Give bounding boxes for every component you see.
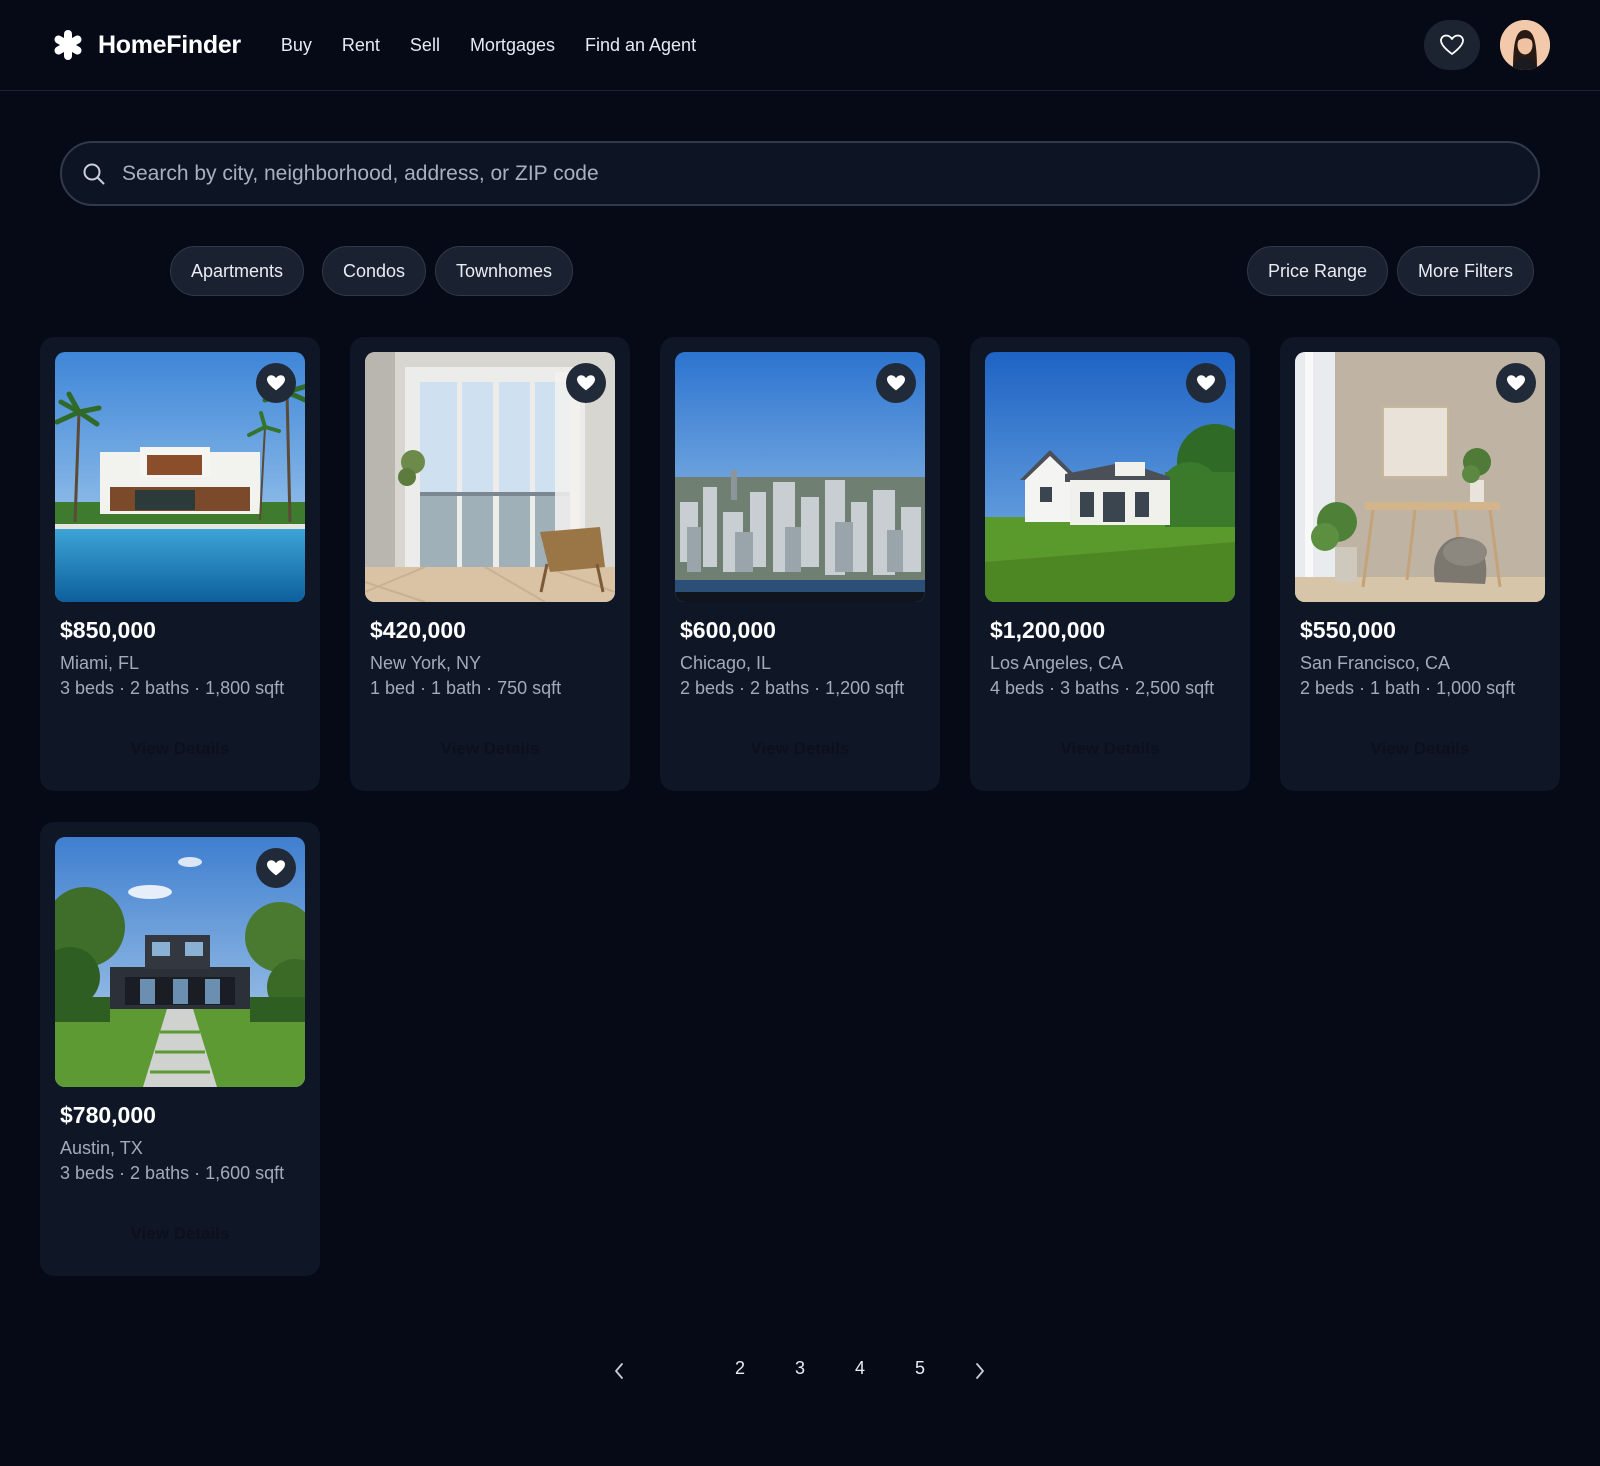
filter-townhomes[interactable]: Townhomes: [435, 246, 574, 296]
filter-apartments[interactable]: Apartments: [170, 246, 305, 296]
view-details-button[interactable]: View Details: [40, 739, 320, 759]
favorites-button[interactable]: [1424, 20, 1480, 70]
listing-specs: 2 beds · 1 bath · 1,000 sqft: [1300, 678, 1516, 698]
save-listing-button[interactable]: [256, 363, 296, 403]
view-details-button[interactable]: View Details: [1280, 739, 1560, 759]
chevron-right-icon[interactable]: [973, 1361, 987, 1381]
listing-card[interactable]: $420,000 New York, NY 1 bed · 1 bath · 7…: [350, 337, 630, 791]
listing-price: $850,000: [60, 617, 156, 643]
save-listing-button[interactable]: [1186, 363, 1226, 403]
listing-specs: 2 beds · 2 baths · 1,200 sqft: [680, 678, 905, 698]
heart-filled-icon: [887, 375, 905, 391]
save-listing-button[interactable]: [876, 363, 916, 403]
view-details-button[interactable]: View Details: [350, 739, 630, 759]
listing-specs: 3 beds · 2 baths · 1,800 sqft: [60, 678, 285, 698]
heart-filled-icon: [577, 375, 595, 391]
save-listing-button[interactable]: [566, 363, 606, 403]
asterisk-logo-icon: [54, 30, 82, 60]
top-header: HomeFinder Buy Rent Sell Mortgages Find …: [0, 0, 1600, 91]
page-5-button[interactable]: 5: [905, 1358, 935, 1379]
user-avatar[interactable]: [1500, 20, 1550, 70]
nav-mortgages[interactable]: Mortgages: [470, 35, 555, 56]
heart-filled-icon: [267, 860, 285, 876]
listing-location: New York, NY: [370, 653, 482, 673]
listing-location: Austin, TX: [60, 1138, 143, 1158]
listing-price: $780,000: [60, 1102, 156, 1128]
save-listing-button[interactable]: [256, 848, 296, 888]
page-4-button[interactable]: 4: [845, 1358, 875, 1379]
filter-condos[interactable]: Condos: [322, 246, 427, 296]
listing-price: $420,000: [370, 617, 466, 643]
listing-location: Chicago, IL: [680, 653, 772, 673]
listing-price: $550,000: [1300, 617, 1396, 643]
listing-price: $600,000: [680, 617, 776, 643]
listing-location: Los Angeles, CA: [990, 653, 1124, 673]
heart-outline-icon: [1440, 34, 1464, 55]
page-3-button[interactable]: 3: [785, 1358, 815, 1379]
listing-card[interactable]: $1,200,000 Los Angeles, CA 4 beds · 3 ba…: [970, 337, 1250, 791]
listing-card[interactable]: $850,000 Miami, FL 3 beds · 2 baths · 1,…: [40, 337, 320, 791]
view-details-button[interactable]: View Details: [970, 739, 1250, 759]
listing-card[interactable]: $600,000 Chicago, IL 2 beds · 2 baths · …: [660, 337, 940, 791]
search-icon: [83, 163, 105, 184]
search-bar[interactable]: [60, 141, 1540, 206]
nav-find-agent[interactable]: Find an Agent: [585, 35, 696, 56]
pagination: 2 3 4 5: [0, 1358, 1600, 1388]
listing-price: $1,200,000: [990, 617, 1106, 643]
header-actions: [1424, 20, 1550, 70]
chevron-left-icon[interactable]: [612, 1361, 626, 1381]
nav-buy[interactable]: Buy: [281, 35, 312, 56]
more-filters-button[interactable]: More Filters: [1397, 246, 1535, 296]
view-details-button[interactable]: View Details: [40, 1224, 320, 1244]
listing-specs: 4 beds · 3 baths · 2,500 sqft: [990, 678, 1215, 698]
listing-location: Miami, FL: [60, 653, 140, 673]
main-nav: Buy Rent Sell Mortgages Find an Agent: [281, 35, 696, 56]
nav-sell[interactable]: Sell: [410, 35, 440, 56]
heart-filled-icon: [1197, 375, 1215, 391]
save-listing-button[interactable]: [1496, 363, 1536, 403]
search-input[interactable]: [122, 161, 1538, 186]
avatar-portrait-icon: [1500, 20, 1550, 70]
brand-name: HomeFinder: [98, 30, 241, 59]
view-details-button[interactable]: View Details: [660, 739, 940, 759]
logo[interactable]: HomeFinder: [52, 29, 241, 61]
listing-card[interactable]: $550,000 San Francisco, CA 2 beds · 1 ba…: [1280, 337, 1560, 791]
heart-filled-icon: [1507, 375, 1525, 391]
listing-card[interactable]: $780,000 Austin, TX 3 beds · 2 baths · 1…: [40, 822, 320, 1276]
nav-rent[interactable]: Rent: [342, 35, 380, 56]
heart-filled-icon: [267, 375, 285, 391]
page-2-button[interactable]: 2: [725, 1358, 755, 1379]
listing-specs: 1 bed · 1 bath · 750 sqft: [370, 678, 562, 698]
price-range-button[interactable]: Price Range: [1247, 246, 1389, 296]
listing-specs: 3 beds · 2 baths · 1,600 sqft: [60, 1163, 285, 1183]
listing-location: San Francisco, CA: [1300, 653, 1451, 673]
